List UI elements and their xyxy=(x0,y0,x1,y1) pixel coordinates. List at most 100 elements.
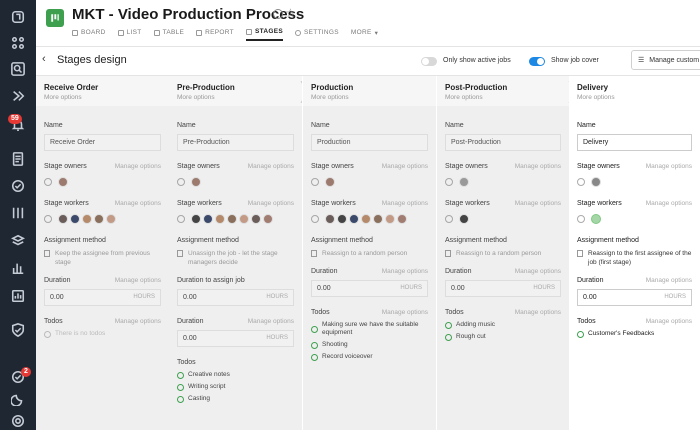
tab-board[interactable]: BOARD xyxy=(72,28,106,41)
document-icon[interactable] xyxy=(9,150,27,168)
shield-check-icon[interactable] xyxy=(9,321,27,339)
more-options-link[interactable]: More options xyxy=(44,94,169,101)
check-icon xyxy=(311,353,318,361)
avatar xyxy=(325,214,335,224)
check-icon xyxy=(445,333,452,341)
empty-check-icon xyxy=(44,330,51,338)
more-options-link[interactable]: More options xyxy=(577,94,700,101)
stage-name-input[interactable]: Pre-Production xyxy=(177,134,294,151)
layers-icon[interactable] xyxy=(9,232,27,250)
stages-board: Receive Order More options Name Receive O… xyxy=(36,76,700,430)
avatar xyxy=(373,214,383,224)
stage-name-input[interactable]: Receive Order xyxy=(44,134,161,151)
bookmark-icon xyxy=(177,250,183,257)
people-icon xyxy=(311,178,319,186)
back-arrow-icon[interactable]: ‹ xyxy=(42,53,46,65)
bookmark-icon xyxy=(44,250,50,257)
active-jobs-toggle[interactable] xyxy=(421,57,437,66)
duration-input[interactable]: 0.00 HOURS xyxy=(44,289,161,306)
stages-toolbar: ‹ Stages design Only show active jobs Sh… xyxy=(36,46,700,76)
forward-icon[interactable] xyxy=(9,87,27,105)
manage-custom-button[interactable]: ☰ Manage custom xyxy=(631,50,700,70)
tab-list[interactable]: LIST xyxy=(117,28,142,41)
people-icon xyxy=(44,215,52,223)
duration-input[interactable]: 0.00 HOURS xyxy=(577,289,692,306)
stage-name-input[interactable]: Delivery xyxy=(577,134,692,151)
stage-column-production: Production More options Name Production S… xyxy=(303,76,436,430)
people-icon xyxy=(177,215,185,223)
tab-settings[interactable]: SETTINGS xyxy=(295,28,339,41)
assign-duration-input[interactable]: 0.00 HOURS xyxy=(177,289,294,306)
duration-input[interactable]: 0.00 HOURS xyxy=(445,280,561,297)
people-icon xyxy=(177,178,185,186)
view-tabs: BOARD LIST TABLE REPORT STAGES SETTINGS … xyxy=(72,28,378,41)
avatar xyxy=(397,214,407,224)
people-icon xyxy=(577,215,585,223)
left-rail: 59 2 xyxy=(0,0,36,430)
star-icon[interactable]: ☆ xyxy=(285,6,296,20)
check-circle-icon[interactable] xyxy=(9,177,27,195)
report-icon[interactable] xyxy=(9,287,27,305)
avatar xyxy=(337,214,347,224)
bookmark-icon xyxy=(311,250,317,257)
more-options-link[interactable]: More options xyxy=(177,94,302,101)
moon-icon[interactable] xyxy=(9,390,27,408)
columns-icon[interactable] xyxy=(9,204,27,222)
logo-icon[interactable] xyxy=(9,8,27,26)
avatar xyxy=(239,214,249,224)
board-icon xyxy=(72,29,78,36)
stage-name: Receive Order xyxy=(44,83,99,92)
tab-report[interactable]: REPORT xyxy=(196,28,234,41)
avatar xyxy=(191,177,201,187)
settings-icon[interactable] xyxy=(9,412,27,430)
bar-chart-icon[interactable] xyxy=(9,259,27,277)
stage-name: Production xyxy=(311,83,354,92)
stages-title: Stages design xyxy=(57,54,127,66)
bookmark-icon xyxy=(445,250,451,257)
info-icon[interactable] xyxy=(273,9,283,19)
stage-name-input[interactable]: Post-Production xyxy=(445,134,561,151)
people-icon xyxy=(311,215,319,223)
stage-column-pre-production: Pre-Production More options Name Pre-Prod… xyxy=(169,76,302,430)
stage-name: Post-Production xyxy=(445,83,508,92)
stages-icon xyxy=(245,28,252,35)
active-jobs-label: Only show active jobs xyxy=(443,57,511,64)
tab-table[interactable]: TABLE xyxy=(153,28,185,41)
avatar xyxy=(349,214,359,224)
job-cover-toggle[interactable] xyxy=(529,57,545,66)
check-icon xyxy=(177,383,184,391)
search-icon[interactable] xyxy=(9,60,27,78)
check-icon xyxy=(311,341,318,349)
page-title: MKT - Video Production Process xyxy=(72,6,305,23)
people-icon xyxy=(577,178,585,186)
duration-input[interactable]: 0.00 HOURS xyxy=(177,330,294,347)
tab-stages[interactable]: STAGES xyxy=(245,28,283,41)
chat-badge: 2 xyxy=(21,367,31,377)
apps-icon[interactable] xyxy=(9,34,27,52)
avatar xyxy=(385,214,395,224)
stage-name-input[interactable]: Production xyxy=(311,134,428,151)
more-options-link[interactable]: More options xyxy=(311,94,436,101)
more-options-link[interactable]: More options xyxy=(445,94,569,101)
avatar xyxy=(459,177,469,187)
stage-column-receive-order: Receive Order More options Name Receive O… xyxy=(36,76,169,430)
avatar xyxy=(203,214,213,224)
table-icon xyxy=(153,29,160,36)
avatar xyxy=(215,214,225,224)
notification-badge: 59 xyxy=(8,114,22,124)
check-icon xyxy=(311,325,318,333)
avatar xyxy=(227,214,237,224)
stage-name: Pre-Production xyxy=(177,83,235,92)
page-header: MKT - Video Production Process ☆ BOARD L… xyxy=(36,0,700,46)
tab-more[interactable]: MORE ▾ xyxy=(351,28,378,41)
avatar xyxy=(106,214,116,224)
check-icon xyxy=(177,371,184,379)
duration-input[interactable]: 0.00 HOURS xyxy=(311,280,428,297)
avatar xyxy=(325,177,335,187)
job-cover-label: Show job cover xyxy=(551,57,599,64)
avatar xyxy=(58,214,68,224)
board-app-icon xyxy=(46,9,64,27)
check-icon xyxy=(577,330,584,338)
list-icon xyxy=(117,29,124,36)
people-icon xyxy=(44,178,52,186)
